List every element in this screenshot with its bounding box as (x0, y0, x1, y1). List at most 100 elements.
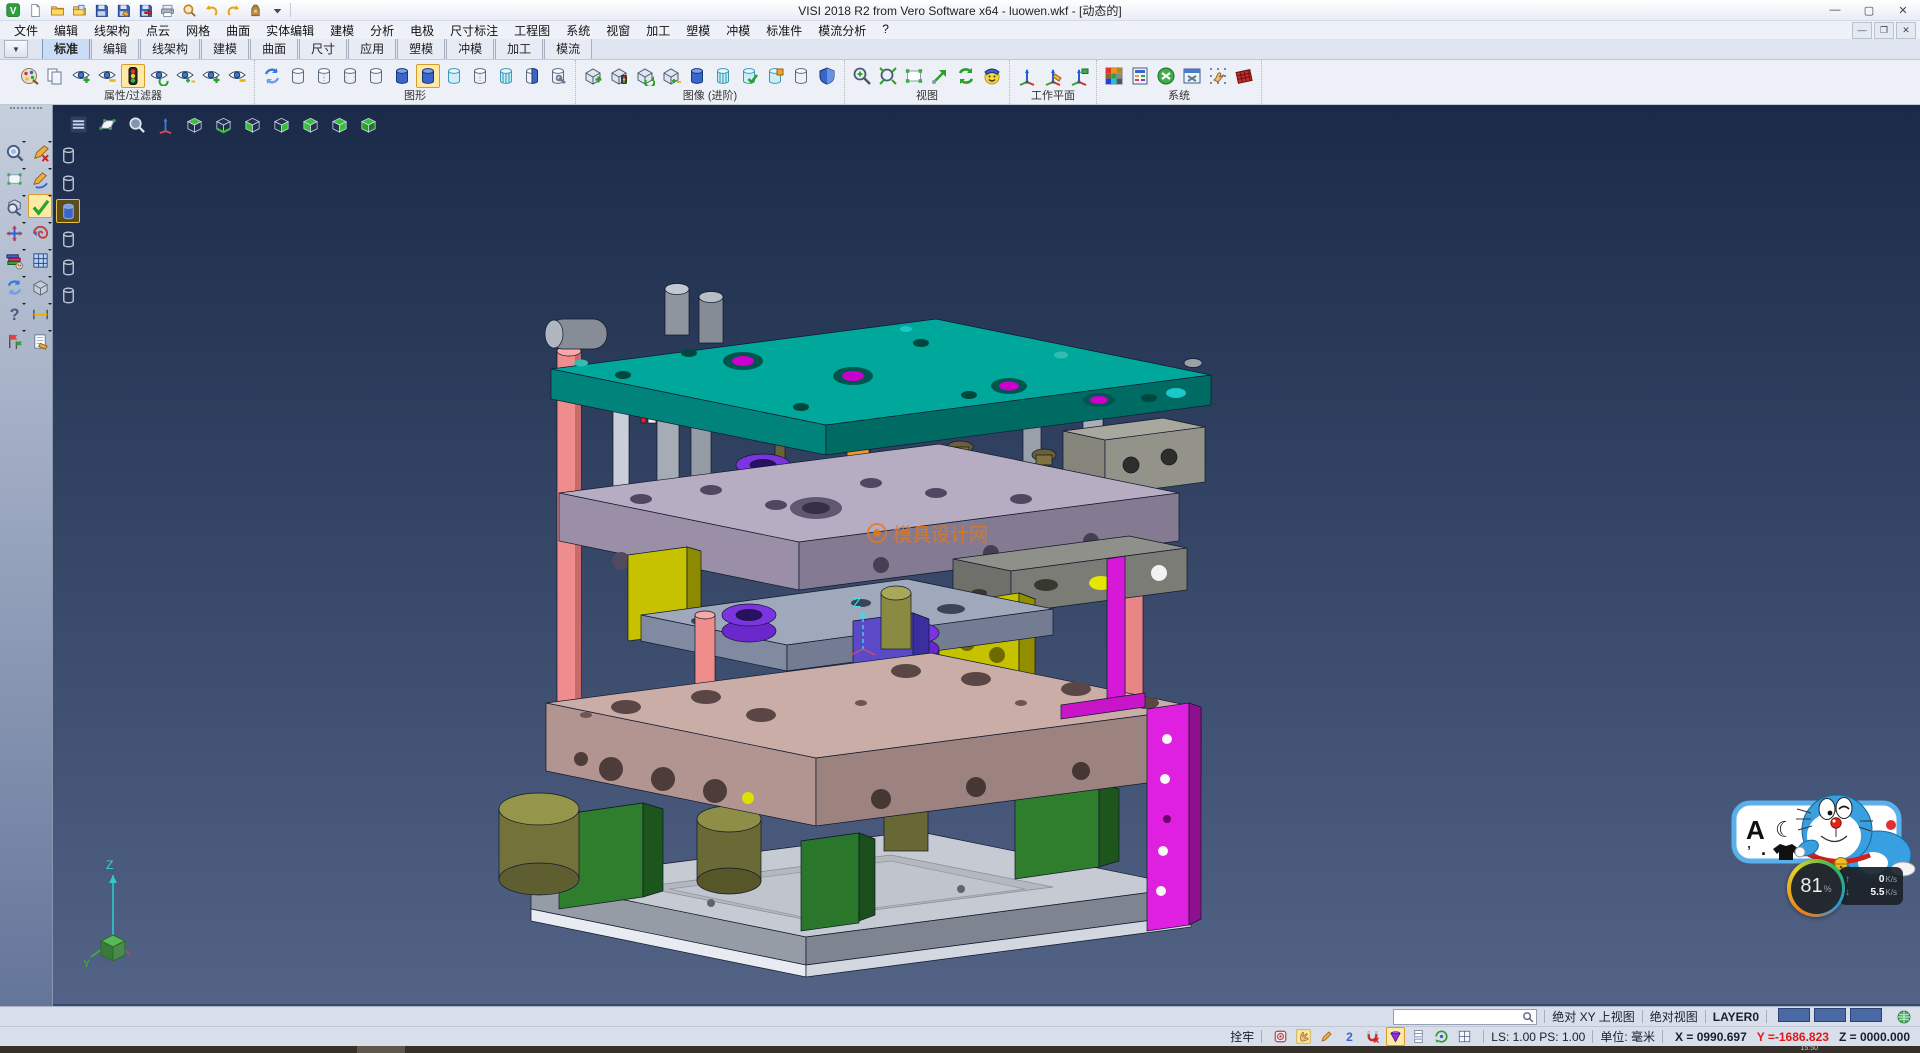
layer-color-swatch-1[interactable] (1814, 1008, 1846, 1022)
menu-item-6[interactable]: 实体编辑 (258, 22, 322, 39)
layer-color-swatch-2[interactable] (1850, 1008, 1882, 1022)
menu-item-19[interactable]: ? (874, 22, 897, 39)
tab-7[interactable]: 塑模 (397, 37, 445, 59)
status-edit-icon[interactable] (1317, 1027, 1336, 1046)
adv-traffic-icon[interactable] (607, 64, 631, 88)
layer-color-swatch-0[interactable] (1778, 1008, 1810, 1022)
view-top-icon[interactable] (182, 112, 206, 136)
adv-refresh-icon[interactable] (633, 64, 657, 88)
mdi-minimize-button[interactable]: — (1852, 22, 1872, 39)
adv-wire-icon[interactable] (789, 64, 813, 88)
view-dynamic-icon[interactable] (928, 64, 952, 88)
active-layer-label[interactable]: LAYER0 (1713, 1010, 1759, 1024)
menu-item-12[interactable]: 系统 (558, 22, 598, 39)
dashed-hidden-icon[interactable] (338, 64, 362, 88)
lock-toggle-label[interactable]: 拴牢 (1230, 1028, 1254, 1045)
view-shade-face-icon[interactable] (980, 64, 1004, 88)
show-all-icon[interactable] (199, 64, 223, 88)
monitor-gauge[interactable]: 81 % (1787, 859, 1845, 917)
selection-settings-icon[interactable] (1206, 64, 1230, 88)
system-settings-icon[interactable] (1154, 64, 1178, 88)
menu-item-13[interactable]: 视窗 (598, 22, 638, 39)
taskbar-item[interactable] (357, 1046, 405, 1053)
tab-5[interactable]: 尺寸 (299, 37, 347, 59)
menu-item-5[interactable]: 曲面 (218, 22, 258, 39)
toggle-visibility-icon[interactable] (173, 64, 197, 88)
system-table-icon[interactable] (1128, 64, 1152, 88)
menu-item-3[interactable]: 点云 (138, 22, 178, 39)
window-settings-icon[interactable] (1180, 64, 1204, 88)
viewport-3d[interactable]: Z 模具设计网 Z Y (53, 105, 1920, 1006)
tab-4[interactable]: 曲面 (250, 37, 298, 59)
recent-icon[interactable] (245, 0, 265, 20)
open-file-icon[interactable] (47, 0, 67, 20)
tab-options-button[interactable]: ▼ (4, 40, 28, 58)
close-button[interactable]: ✕ (1886, 1, 1920, 20)
print-icon[interactable] (157, 0, 177, 20)
dock-help-icon[interactable]: ? (2, 302, 26, 326)
menu-item-15[interactable]: 塑模 (678, 22, 718, 39)
mdi-restore-button[interactable]: ❐ (1874, 22, 1894, 39)
transparent-icon[interactable] (442, 64, 466, 88)
globe-icon[interactable] (1894, 1007, 1913, 1026)
dock-frame-icon[interactable] (2, 167, 26, 191)
hidden-line-icon[interactable] (312, 64, 336, 88)
ime-moon-icon[interactable]: ☾ (1775, 817, 1795, 842)
menu-item-4[interactable]: 网格 (178, 22, 218, 39)
save-copy-icon[interactable] (135, 0, 155, 20)
status-cone-icon[interactable] (1386, 1027, 1405, 1046)
menu-item-14[interactable]: 加工 (638, 22, 678, 39)
menu-item-16[interactable]: 冲模 (718, 22, 758, 39)
hide-remove-icon[interactable] (95, 64, 119, 88)
menu-item-18[interactable]: 模流分析 (810, 22, 874, 39)
refresh-visibility-icon[interactable] (147, 64, 171, 88)
hide-all-icon[interactable] (225, 64, 249, 88)
shaded-icon[interactable] (390, 64, 414, 88)
status-snap-icon[interactable] (1271, 1027, 1290, 1046)
tab-8[interactable]: 冲模 (446, 37, 494, 59)
zoom-window-icon[interactable] (850, 64, 874, 88)
tab-6[interactable]: 应用 (348, 37, 396, 59)
copy-attributes-icon[interactable] (43, 64, 67, 88)
view-iso-icon[interactable] (356, 112, 380, 136)
view-bottom-icon[interactable] (211, 112, 235, 136)
import-file-icon[interactable] (69, 0, 89, 20)
no-hidden-icon[interactable] (364, 64, 388, 88)
ime-punct-2[interactable]: . (1761, 839, 1766, 859)
status-help-icon[interactable]: 2 (1340, 1027, 1359, 1046)
shaded-edges-icon[interactable] (416, 64, 440, 88)
mixed-render-icon[interactable] (520, 64, 544, 88)
tab-0[interactable]: 标准 (42, 37, 90, 59)
dock-handle[interactable] (10, 107, 42, 114)
adv-add-icon[interactable] (581, 64, 605, 88)
mdi-close-button[interactable]: ✕ (1896, 22, 1916, 39)
grid-settings-icon[interactable] (1232, 64, 1256, 88)
dock-zoom-solid-icon[interactable] (2, 194, 26, 218)
render-settings-icon[interactable] (546, 64, 570, 88)
adv-toggle-icon[interactable] (659, 64, 683, 88)
adv-tag-icon[interactable] (763, 64, 787, 88)
hatch-render-icon[interactable] (494, 64, 518, 88)
status-magnet-icon[interactable] (1363, 1027, 1382, 1046)
dock-notes-icon[interactable] (28, 329, 52, 353)
wire-shade-icon[interactable] (468, 64, 492, 88)
view-frame-icon[interactable] (902, 64, 926, 88)
dock-refresh-icon[interactable] (2, 275, 26, 299)
status-layers-icon[interactable] (1409, 1027, 1428, 1046)
undo-icon[interactable] (201, 0, 221, 20)
tab-9[interactable]: 加工 (495, 37, 543, 59)
new-file-icon[interactable] (25, 0, 45, 20)
dock-flags-icon[interactable] (2, 329, 26, 353)
view-axes-icon[interactable] (153, 112, 177, 136)
dock-confirm-icon[interactable] (28, 194, 52, 218)
status-pick-icon[interactable] (1294, 1027, 1313, 1046)
view-left-icon[interactable] (298, 112, 322, 136)
save-icon[interactable] (91, 0, 111, 20)
dock-erase-icon[interactable] (28, 140, 52, 164)
ime-punct-1[interactable]: ’ (1747, 843, 1751, 863)
status-grid-icon[interactable] (1455, 1027, 1474, 1046)
strip-transparent-icon[interactable] (56, 227, 80, 251)
tab-3[interactable]: 建模 (201, 37, 249, 59)
minimize-button[interactable]: — (1818, 1, 1852, 20)
search-icon[interactable] (1522, 1011, 1534, 1023)
